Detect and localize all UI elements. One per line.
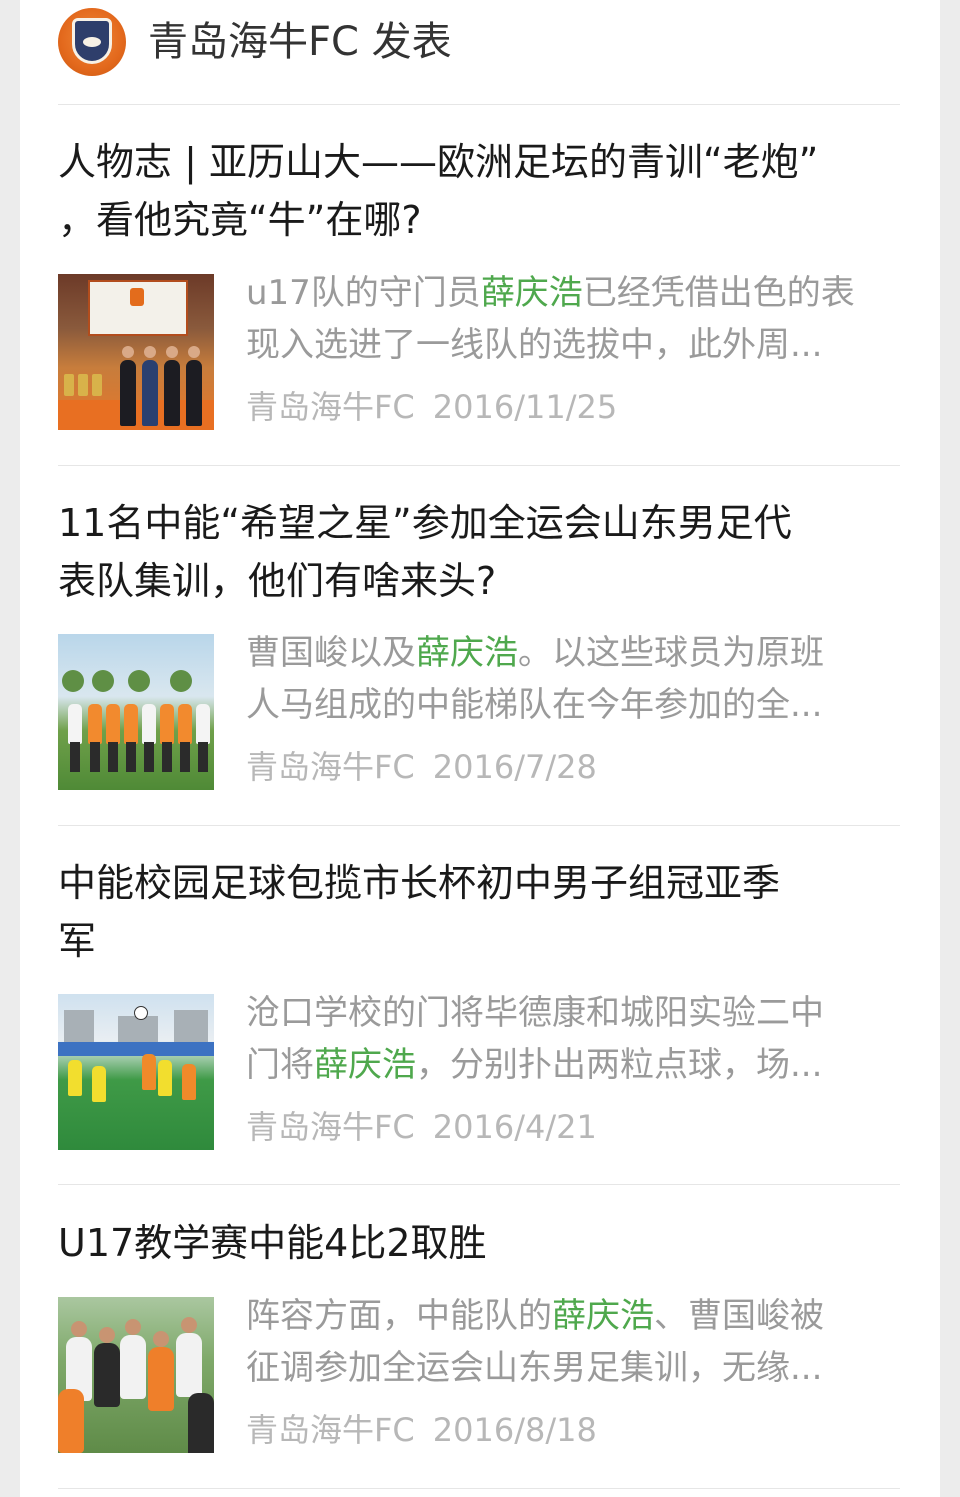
- list-item[interactable]: U17教学赛中能4比2取胜 阵容方面，中能队的薛庆浩、曹国峻被 征调参加全运会山…: [58, 1214, 900, 1489]
- player-figure: [88, 704, 102, 744]
- player-figure: [188, 1393, 214, 1453]
- trophy-icon: [64, 374, 74, 396]
- tree-shape: [92, 670, 114, 692]
- article-source: 青岛海牛FC: [246, 1411, 415, 1449]
- player-figure: [196, 704, 210, 744]
- player-figure: [148, 1347, 174, 1411]
- head-shape: [99, 1327, 115, 1343]
- article-date: 2016/7/28: [432, 748, 597, 786]
- stand-shape: [58, 1042, 214, 1056]
- player-figure: [106, 704, 120, 744]
- player-figure: [68, 1060, 82, 1096]
- player-figure: [178, 704, 192, 744]
- club-banner-icon: [88, 280, 188, 336]
- player-figure: [142, 1054, 156, 1090]
- tree-shape: [62, 670, 84, 692]
- player-figure: [158, 1060, 172, 1096]
- article-thumbnail[interactable]: [58, 274, 214, 430]
- player-figure: [142, 704, 156, 744]
- article-title[interactable]: 中能校园足球包揽市长杯初中男子组冠亚季 军: [58, 854, 900, 970]
- player-figure: [124, 704, 138, 744]
- leg-shape: [90, 742, 100, 772]
- article-title-line: 中能校园足球包揽市长杯初中男子组冠亚季: [58, 861, 781, 905]
- article-title-line: 人物志 | 亚历山大——欧洲足坛的青训“老炮”: [58, 140, 819, 184]
- leg-shape: [180, 742, 190, 772]
- list-item[interactable]: 人物志 | 亚历山大——欧洲足坛的青训“老炮” ，看他究竟“牛”在哪? u17队…: [58, 133, 900, 466]
- shield-icon: [72, 18, 112, 64]
- highlight-keyword: 薛庆浩: [416, 633, 518, 673]
- article-title-line: U17教学赛中能4比2取胜: [58, 1221, 487, 1265]
- person-figure: [120, 360, 136, 426]
- leg-shape: [162, 742, 172, 772]
- scrollbar[interactable]: [940, 0, 960, 1497]
- article-meta: 青岛海牛FC 2016/4/21: [246, 1105, 597, 1149]
- article-thumbnail[interactable]: [58, 1297, 214, 1453]
- highlight-keyword: 薛庆浩: [480, 273, 583, 313]
- article-snippet: 曹国峻以及薛庆浩。以这些球员为原班 人马组成的中能梯队在今年参加的全...: [246, 633, 824, 725]
- article-source: 青岛海牛FC: [246, 1108, 415, 1146]
- list-item[interactable]: 中能校园足球包揽市长杯初中男子组冠亚季 军 沧口学校的门将毕德康和城阳实验二中 …: [58, 854, 900, 1185]
- head-shape: [122, 346, 134, 358]
- head-shape: [144, 346, 156, 358]
- leg-shape: [126, 742, 136, 772]
- person-figure: [186, 360, 202, 426]
- article-thumbnail[interactable]: [58, 634, 214, 790]
- player-figure: [94, 1343, 120, 1407]
- account-title[interactable]: 青岛海牛FC 发表: [148, 14, 452, 70]
- article-title-line: 军: [58, 919, 97, 963]
- article-meta: 青岛海牛FC 2016/7/28: [246, 745, 597, 789]
- player-figure: [182, 1064, 196, 1100]
- ball-icon: [134, 1006, 148, 1020]
- head-shape: [125, 1319, 141, 1335]
- article-thumbnail[interactable]: [58, 994, 214, 1150]
- player-figure: [92, 1066, 106, 1102]
- player-figure: [58, 1389, 84, 1453]
- building-shape: [174, 1010, 208, 1046]
- person-figure: [164, 360, 180, 426]
- article-title[interactable]: 人物志 | 亚历山大——欧洲足坛的青训“老炮” ，看他究竟“牛”在哪?: [58, 133, 900, 249]
- building-shape: [64, 1010, 94, 1046]
- leg-shape: [198, 742, 208, 772]
- article-source: 青岛海牛FC: [246, 388, 415, 426]
- player-figure: [176, 1333, 202, 1397]
- player-figure: [68, 704, 82, 744]
- head-shape: [188, 346, 200, 358]
- article-date: 2016/11/25: [432, 388, 618, 426]
- tree-shape: [170, 670, 192, 692]
- article-date: 2016/4/21: [432, 1108, 597, 1146]
- highlight-keyword: 薛庆浩: [552, 1296, 654, 1336]
- article-title-line: 表队集训，他们有啥来头?: [58, 559, 497, 603]
- leg-shape: [144, 742, 154, 772]
- player-figure: [160, 704, 174, 744]
- highlight-keyword: 薛庆浩: [314, 1045, 416, 1085]
- trophy-icon: [92, 374, 102, 396]
- person-figure: [142, 360, 158, 426]
- leg-shape: [108, 742, 118, 772]
- article-snippet: 阵容方面，中能队的薛庆浩、曹国峻被 征调参加全运会山东男足集训，无缘...: [246, 1296, 824, 1388]
- article-source: 青岛海牛FC: [246, 748, 415, 786]
- article-date: 2016/8/18: [432, 1411, 597, 1449]
- head-shape: [181, 1317, 197, 1333]
- leg-shape: [70, 742, 80, 772]
- article-meta: 青岛海牛FC 2016/8/18: [246, 1408, 597, 1452]
- article-title-line: 11名中能“希望之星”参加全运会山东男足代: [58, 501, 792, 545]
- article-meta: 青岛海牛FC 2016/11/25: [246, 385, 617, 429]
- article-snippet: 沧口学校的门将毕德康和城阳实验二中 门将薛庆浩，分别扑出两粒点球，场...: [246, 993, 824, 1085]
- head-shape: [71, 1321, 87, 1337]
- article-snippet: u17队的守门员薛庆浩已经凭借出色的表 现入选进了一线队的选拔中，此外周...: [246, 273, 855, 365]
- head-shape: [153, 1331, 169, 1347]
- list-item[interactable]: 11名中能“希望之星”参加全运会山东男足代 表队集训，他们有啥来头? 曹国峻以及…: [58, 494, 900, 826]
- account-header[interactable]: 青岛海牛FC 发表: [58, 0, 900, 105]
- player-figure: [120, 1335, 146, 1399]
- article-title-line: ，看他究竟“牛”在哪?: [58, 198, 422, 242]
- article-list-page: 青岛海牛FC 发表 人物志 | 亚历山大——欧洲足坛的青训“老炮” ，看他究竟“…: [20, 0, 940, 1497]
- head-shape: [166, 346, 178, 358]
- article-title[interactable]: U17教学赛中能4比2取胜: [58, 1214, 900, 1272]
- club-logo-icon[interactable]: [58, 8, 126, 76]
- trophy-icon: [78, 374, 88, 396]
- tree-shape: [128, 670, 150, 692]
- article-title[interactable]: 11名中能“希望之星”参加全运会山东男足代 表队集训，他们有啥来头?: [58, 494, 900, 610]
